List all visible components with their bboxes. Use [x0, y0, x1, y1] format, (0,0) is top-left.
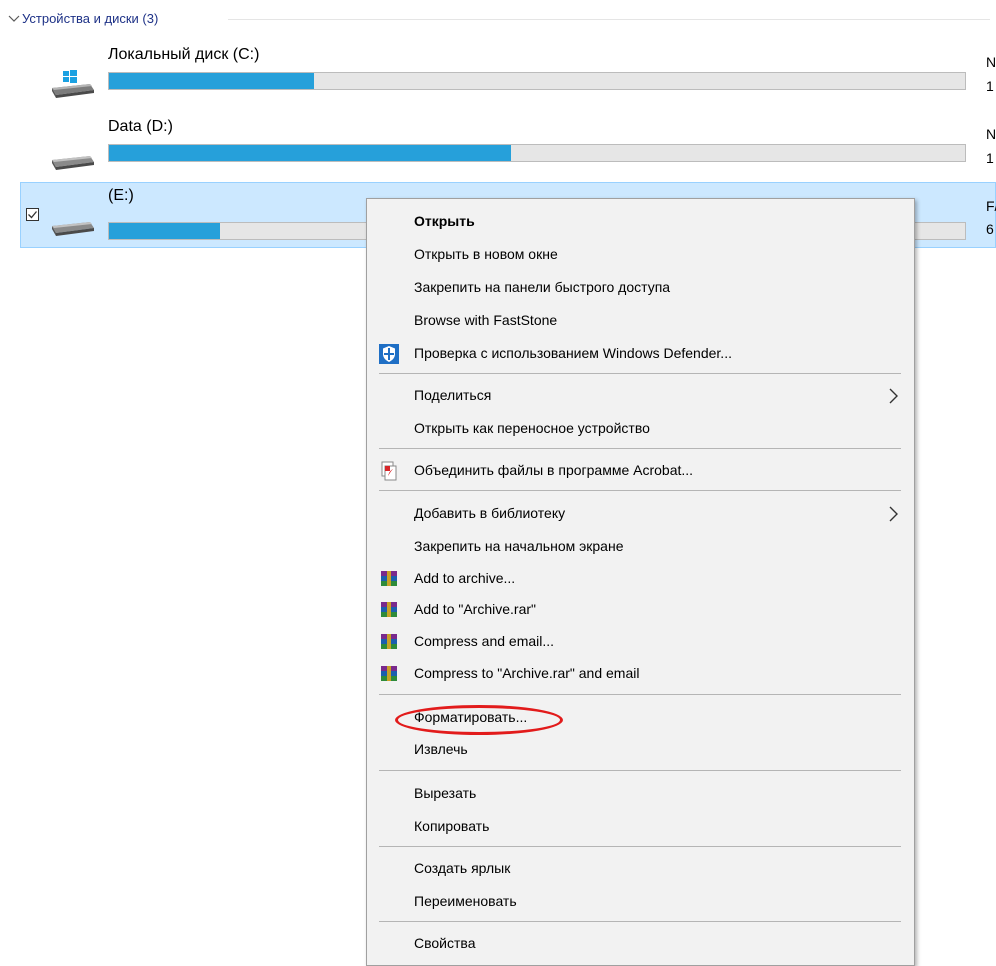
menu-item-properties[interactable]: Свойства — [367, 930, 914, 958]
menu-item-rename[interactable]: Переименовать — [367, 888, 914, 916]
acrobat-icon — [381, 461, 397, 481]
context-menu: Открыть Открыть в новом окне Закрепить н… — [366, 198, 915, 966]
windows-drive-icon — [52, 70, 94, 98]
menu-item-label: Проверка с использованием Windows Defend… — [414, 345, 732, 361]
drive-name: Data (D:) — [108, 118, 173, 135]
menu-item-windows-defender[interactable]: Проверка с использованием Windows Defend… — [367, 340, 914, 368]
menu-item-acrobat-combine[interactable]: Объединить файлы в программе Acrobat... — [367, 457, 914, 485]
menu-item-open-new-window[interactable]: Открыть в новом окне — [367, 241, 914, 269]
menu-separator — [379, 448, 901, 449]
chevron-right-icon — [889, 506, 898, 522]
menu-item-cut[interactable]: Вырезать — [367, 780, 914, 808]
menu-separator — [379, 373, 901, 374]
hard-drive-icon — [52, 156, 94, 170]
menu-item-label: Вырезать — [414, 785, 477, 801]
menu-item-browse-faststone[interactable]: Browse with FastStone — [367, 307, 914, 335]
menu-item-compress-rar-email[interactable]: Compress to "Archive.rar" and email — [367, 660, 914, 688]
menu-item-pin-start[interactable]: Закрепить на начальном экране — [367, 533, 914, 561]
section-title: Устройства и диски (3) — [22, 11, 159, 26]
menu-item-label: Browse with FastStone — [414, 312, 558, 328]
menu-item-label: Закрепить на начальном экране — [414, 538, 624, 554]
checkbox-icon[interactable] — [26, 208, 39, 221]
menu-item-create-shortcut[interactable]: Создать ярлык — [367, 855, 914, 883]
drive-name: (E:) — [108, 187, 134, 204]
section-header[interactable]: Устройства и диски (3) — [6, 8, 990, 30]
hard-drive-icon — [52, 222, 94, 236]
menu-separator — [379, 846, 901, 847]
drive-usage-fill — [109, 73, 315, 89]
menu-item-label: Открыть в новом окне — [414, 246, 558, 262]
menu-item-label: Compress and email... — [414, 633, 555, 649]
windows-defender-icon — [379, 344, 399, 364]
drive-tile-c[interactable]: Локальный диск (C:) N 1 — [20, 44, 996, 110]
menu-item-label: Переименовать — [414, 893, 517, 909]
menu-item-share[interactable]: Поделиться — [367, 382, 914, 410]
drive-info-line-2: 1 — [986, 150, 994, 166]
menu-separator — [379, 694, 901, 695]
winrar-icon — [381, 666, 397, 681]
menu-item-add-to-archive[interactable]: Add to archive... — [367, 565, 914, 593]
drive-info-line-2: 1 — [986, 78, 994, 94]
drive-info-line-1: N — [986, 126, 996, 142]
menu-item-label: Compress to "Archive.rar" and email — [414, 665, 640, 681]
menu-item-open-portable[interactable]: Открыть как переносное устройство — [367, 415, 914, 443]
menu-item-label: Создать ярлык — [414, 860, 511, 876]
drive-usage-bar — [108, 72, 966, 90]
drive-info-line-1: N — [986, 54, 996, 70]
menu-item-add-to-archive-rar[interactable]: Add to "Archive.rar" — [367, 596, 914, 624]
menu-item-compress-email[interactable]: Compress and email... — [367, 628, 914, 656]
menu-item-label: Add to archive... — [414, 570, 516, 586]
menu-item-pin-quick-access[interactable]: Закрепить на панели быстрого доступа — [367, 274, 914, 302]
winrar-icon — [381, 571, 397, 586]
menu-item-label: Открыть как переносное устройство — [414, 420, 650, 436]
drive-info-line-2: 6 — [986, 221, 994, 237]
chevron-right-icon — [889, 388, 898, 404]
menu-item-eject[interactable]: Извлечь — [367, 736, 914, 764]
menu-item-copy[interactable]: Копировать — [367, 813, 914, 841]
menu-item-label: Свойства — [414, 935, 476, 951]
menu-item-label: Открыть — [414, 213, 475, 229]
menu-item-label: Извлечь — [414, 741, 468, 757]
chevron-down-icon[interactable] — [6, 10, 22, 26]
winrar-icon — [381, 634, 397, 649]
menu-item-label: Поделиться — [414, 387, 492, 403]
menu-separator — [379, 921, 901, 922]
drive-usage-fill — [109, 145, 512, 161]
menu-item-add-to-library[interactable]: Добавить в библиотеку — [367, 500, 914, 528]
drive-name: Локальный диск (C:) — [108, 46, 260, 63]
highlight-ring — [395, 705, 563, 735]
menu-item-label: Закрепить на панели быстрого доступа — [414, 279, 671, 295]
menu-item-label: Добавить в библиотеку — [414, 505, 566, 521]
menu-item-label: Add to "Archive.rar" — [414, 601, 536, 617]
menu-separator — [379, 770, 901, 771]
drive-info-line-1: F/ — [986, 198, 996, 214]
winrar-icon — [381, 602, 397, 617]
menu-separator — [379, 490, 901, 491]
drive-usage-bar — [108, 144, 966, 162]
drive-usage-fill — [109, 223, 221, 239]
menu-item-open[interactable]: Открыть — [367, 208, 914, 236]
section-divider — [228, 19, 990, 20]
menu-item-label: Копировать — [414, 818, 490, 834]
menu-item-label: Объединить файлы в программе Acrobat... — [414, 462, 694, 478]
drive-tile-d[interactable]: Data (D:) N 1 — [20, 116, 996, 182]
